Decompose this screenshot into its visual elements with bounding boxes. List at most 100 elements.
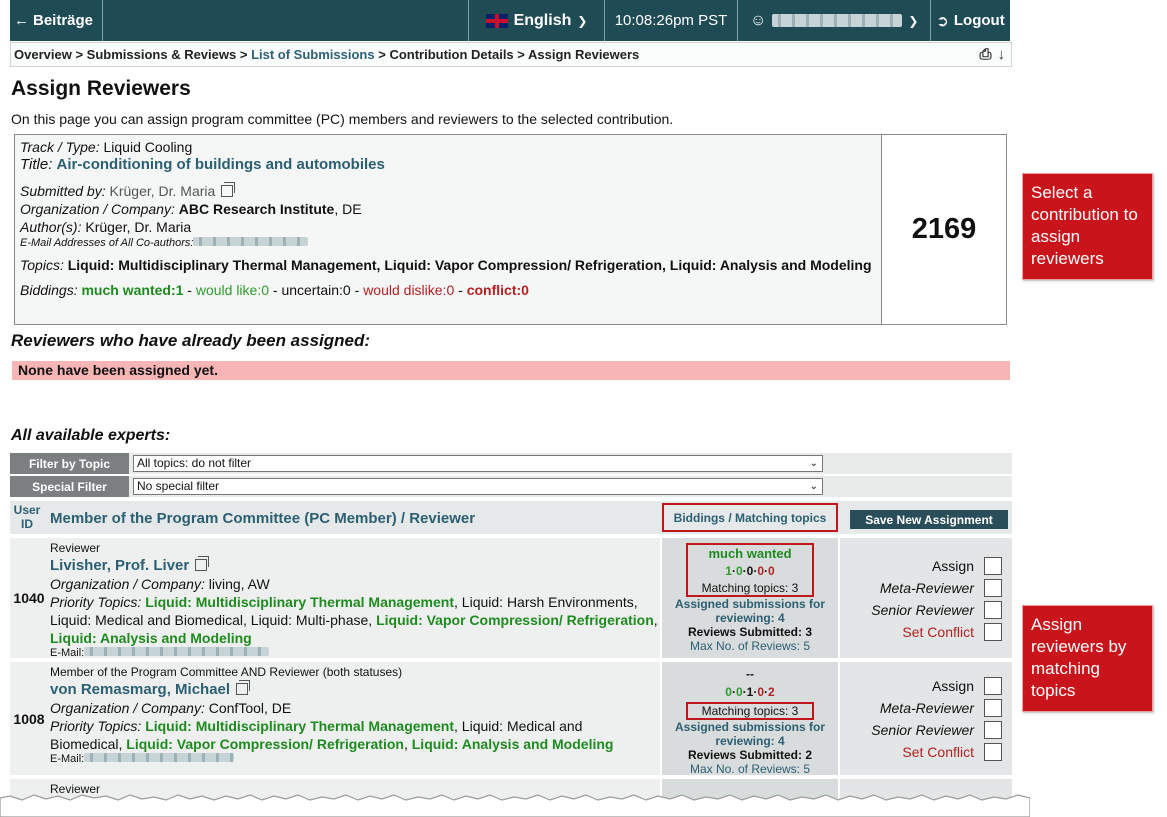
senior-reviewer-checkbox[interactable] [984,601,1002,619]
back-button[interactable]: ← Beiträge [10,0,103,41]
contribution-topics: Liquid: Multidisciplinary Thermal Manage… [67,257,872,273]
assign-checkbox[interactable] [984,677,1002,695]
user-menu[interactable]: ☺ ❯ [738,0,931,41]
language-label: English [513,11,572,29]
experts-heading: All available experts: [11,427,171,444]
set-conflict-option[interactable]: Set Conflict [902,623,1002,641]
contribution-id: 2169 [882,135,1006,324]
redacted-username [772,14,903,27]
senior-reviewer-option[interactable]: Senior Reviewer [871,721,1002,739]
chevron-down-icon: ⌄ [809,481,818,492]
chevron-down-icon: ❯ [908,13,919,28]
expert-organization: living, AW [208,576,270,592]
senior-reviewer-checkbox[interactable] [984,721,1002,739]
authors: Krüger, Dr. Maria [85,219,192,235]
copy-icon[interactable] [221,182,236,197]
user-icon: ☺ [750,11,767,29]
topic-filter-select[interactable]: All topics: do not filter ⌄ [133,455,823,472]
copy-icon[interactable] [236,680,251,695]
copy-icon[interactable] [195,556,210,571]
table-row: 1008 Member of the Program Committee AND… [10,660,1012,776]
assigned-heading: Reviewers who have already been assigned… [11,331,371,350]
breadcrumb-tools: ⎙ ↓ [979,46,1005,63]
submitter-organization: ABC Research Institute [178,201,335,217]
redacted-emails [193,237,309,246]
matching-topics: Matching topics: 3 [686,702,814,720]
meta-reviewer-option[interactable]: Meta-Reviewer [880,699,1002,717]
assign-option[interactable]: Assign [932,557,1002,575]
meta-reviewer-checkbox[interactable] [984,579,1002,597]
col-user-id[interactable]: User ID [10,503,44,531]
logout-button[interactable]: ➲ Logout [931,0,1010,41]
breadcrumb-current: Assign Reviewers [528,47,640,62]
expert-details: Reviewer Livisher, Prof. Liver Organizat… [48,538,660,659]
torn-edge-decoration [0,794,1030,817]
experts-table-header: User ID Member of the Program Committee … [10,501,1012,534]
expert-name[interactable]: Livisher, Prof. Liver [50,557,189,574]
arrow-left-icon: ← [14,12,29,29]
uk-flag-icon [485,13,508,28]
print-icon[interactable]: ⎙ [979,46,991,63]
time-label: 10:08:26pm PST [614,12,728,29]
chevron-down-icon: ❯ [577,13,588,28]
callout-select-contribution: Select a contribution to assign reviewer… [1022,173,1153,280]
breadcrumb-contribution-details[interactable]: Contribution Details [389,47,513,62]
contribution-box: Track / Type: Liquid Cooling Title: Air-… [14,134,1007,325]
bidding-highlight: much wanted 1·0·0·0·0 Matching topics: 3 [686,543,814,597]
col-member[interactable]: Member of the Program Committee (PC Memb… [50,510,475,527]
expert-role: Reviewer [50,541,101,555]
topic-filter-row: Filter by Topic All topics: do not filte… [10,453,1012,474]
set-conflict-option[interactable]: Set Conflict [902,743,1002,761]
chevron-down-icon: ⌄ [809,458,818,469]
col-biddings[interactable]: Biddings / Matching topics [662,503,838,532]
topic-filter-label: Filter by Topic [10,453,129,474]
logout-icon: ➲ [936,12,949,30]
page-title: Assign Reviewers [11,77,191,100]
assign-option[interactable]: Assign [932,677,1002,695]
contribution-title[interactable]: Air-conditioning of buildings and automo… [57,156,385,173]
expert-details: Member of the Program Committee AND Revi… [48,662,660,775]
breadcrumb-submissions[interactable]: Submissions & Reviews [87,47,237,62]
server-time: 10:08:26pm PST [605,0,738,41]
breadcrumb-list-of-submissions[interactable]: List of Submissions [251,47,375,62]
redacted-email [84,647,270,656]
page-intro: On this page you can assign program comm… [11,111,674,127]
matching-topics: Matching topics: 3 [701,581,799,595]
contribution-details: Track / Type: Liquid Cooling Title: Air-… [15,135,882,324]
none-assigned-notice: None have been assigned yet. [12,361,1010,380]
user-id: 1008 [10,662,48,775]
assignment-cell: Assign Meta-Reviewer Senior Reviewer Set… [840,538,1012,658]
set-conflict-checkbox[interactable] [984,623,1002,641]
redacted-email [84,753,235,762]
special-filter-row: Special Filter No special filter ⌄ [10,476,1012,497]
bidding-cell: much wanted 1·0·0·0·0 Matching topics: 3… [662,538,838,658]
special-filter-select[interactable]: No special filter ⌄ [133,478,823,495]
meta-reviewer-option[interactable]: Meta-Reviewer [880,579,1002,597]
bid-would-like: would like:0 [195,282,269,298]
bid-uncertain: uncertain:0 [281,282,351,298]
arrow-down-icon[interactable]: ↓ [998,46,1006,63]
expert-name[interactable]: von Remasmarg, Michael [50,681,230,698]
expert-organization: ConfTool, DE [208,700,292,716]
special-filter-label: Special Filter [10,476,129,497]
user-id: 1040 [10,538,48,658]
save-new-assignment-button[interactable]: Save New Assignment [850,510,1008,529]
senior-reviewer-option[interactable]: Senior Reviewer [871,601,1002,619]
set-conflict-checkbox[interactable] [984,743,1002,761]
submitter-link[interactable]: Krüger, Dr. Maria [110,183,216,199]
bid-conflict: conflict:0 [466,282,529,298]
assignment-cell: Assign Meta-Reviewer Senior Reviewer Set… [840,662,1012,775]
track-type: Liquid Cooling [103,139,193,155]
bid-would-dislike: would dislike:0 [363,282,455,298]
logout-label: Logout [953,12,1005,29]
table-row: 1040 Reviewer Livisher, Prof. Liver Orga… [10,536,1012,659]
language-selector[interactable]: English ❯ [468,0,605,41]
callout-assign-reviewers: Assign reviewers by matching topics [1022,605,1153,712]
meta-reviewer-checkbox[interactable] [984,699,1002,717]
breadcrumb: Overview > Submissions & Reviews > List … [10,42,1012,67]
breadcrumb-overview[interactable]: Overview [14,47,72,62]
bid-much-wanted: much wanted:1 [81,282,184,298]
expert-role: Member of the Program Committee AND Revi… [50,665,403,679]
assign-checkbox[interactable] [984,557,1002,575]
